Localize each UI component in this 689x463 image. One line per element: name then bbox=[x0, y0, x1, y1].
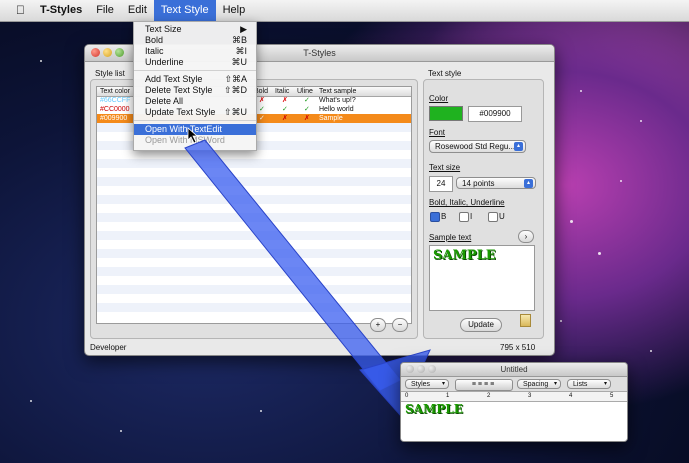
spacing-popup[interactable]: Spacing ▾ bbox=[517, 379, 561, 389]
textedit-titlebar[interactable]: Untitled bbox=[401, 363, 627, 377]
styles-popup[interactable]: Styles ▾ bbox=[405, 379, 449, 389]
minimize-icon[interactable] bbox=[417, 365, 425, 373]
lists-popup[interactable]: Lists ▾ bbox=[567, 379, 611, 389]
align-buttons[interactable]: ≡≡≡≡ bbox=[455, 379, 513, 391]
textedit-title: Untitled bbox=[500, 365, 528, 374]
chevron-down-icon: ▾ bbox=[603, 381, 607, 387]
textedit-content[interactable]: SAMPLE bbox=[401, 402, 627, 441]
ruler[interactable]: 0 1 2 3 4 5 bbox=[401, 392, 627, 402]
align-justify-icon[interactable]: ≡ bbox=[490, 381, 496, 388]
chevron-down-icon: ▾ bbox=[441, 381, 445, 387]
textedit-toolbar: Styles ▾ ≡≡≡≡ Spacing ▾ Lists ▾ bbox=[401, 377, 627, 392]
textedit-window: Untitled Styles ▾ ≡≡≡≡ Spacing ▾ Lists ▾ 0 … bbox=[400, 362, 628, 442]
textedit-sample-text: SAMPLE bbox=[405, 402, 463, 416]
cursor-icon bbox=[187, 127, 199, 144]
arrow-shaft bbox=[184, 139, 401, 391]
chevron-down-icon: ▾ bbox=[553, 381, 557, 387]
zoom-icon[interactable] bbox=[428, 365, 436, 373]
close-icon[interactable] bbox=[406, 365, 414, 373]
